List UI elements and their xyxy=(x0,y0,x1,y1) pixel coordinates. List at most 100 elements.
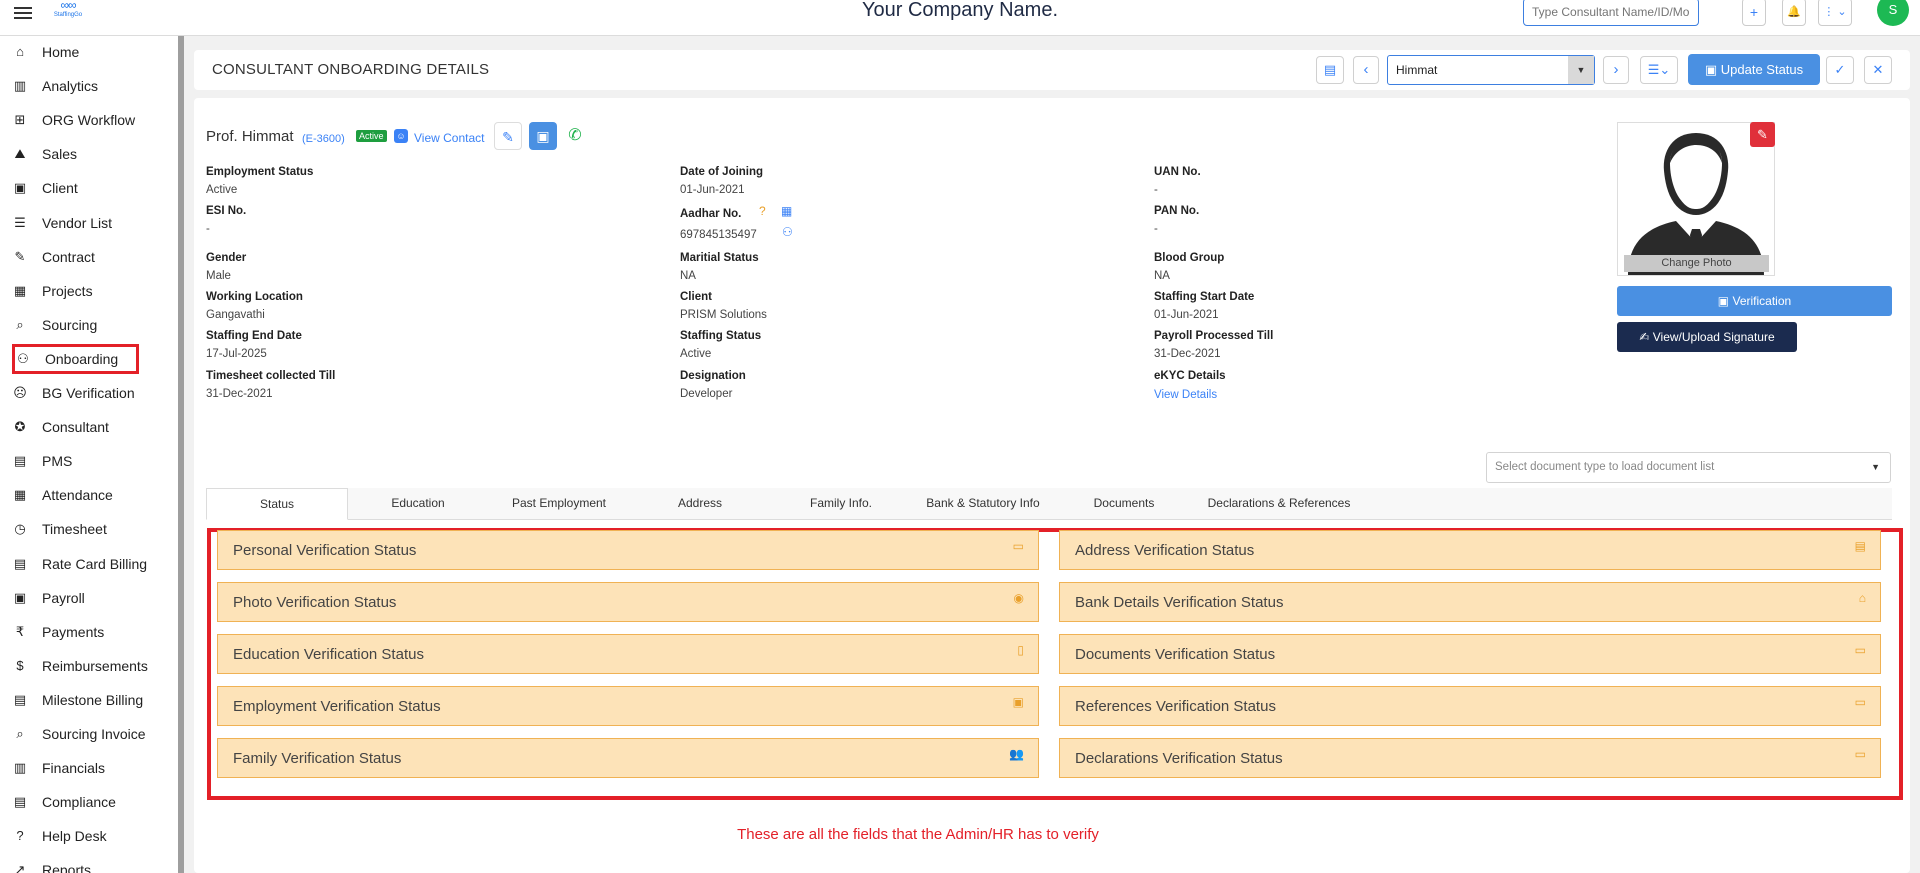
tab-status[interactable]: Status xyxy=(206,488,348,520)
sidebar-item-label: ORG Workflow xyxy=(42,112,136,128)
tab-bank-statutory-info[interactable]: Bank & Statutory Info xyxy=(912,488,1054,520)
sidebar-item-label: Rate Card Billing xyxy=(42,556,148,572)
gender-label: Gender xyxy=(206,252,247,264)
sidebar-item-org-workflow[interactable]: ⊞ ORG Workflow xyxy=(12,105,164,135)
edit-pencil-icon[interactable]: ✎ xyxy=(494,122,522,150)
sidebar-item-rate-card-billing[interactable]: ▤ Rate Card Billing xyxy=(12,549,164,579)
view-upload-signature-button[interactable]: ✍ View/Upload Signature xyxy=(1617,322,1797,352)
sidebar-item-vendor-list[interactable]: ☰ Vendor List xyxy=(12,208,164,238)
next-icon[interactable]: › xyxy=(1603,56,1629,84)
sidebar-item-sourcing[interactable]: ⌕ Sourcing xyxy=(12,310,164,340)
view-contact-link[interactable]: View Contact xyxy=(414,131,484,145)
org-workflow-icon: ⊞ xyxy=(14,112,26,127)
marital-status-label: Maritial Status xyxy=(680,252,759,264)
sidebar-item-label: Payments xyxy=(42,624,105,640)
change-photo-button[interactable]: Change Photo xyxy=(1624,255,1769,272)
close-icon[interactable]: ✕ xyxy=(1864,56,1892,84)
document-type-select[interactable]: Select document type to load document li… xyxy=(1486,452,1891,483)
blood-group-label: Blood Group xyxy=(1154,252,1225,264)
sidebar-item-compliance[interactable]: ▤ Compliance xyxy=(12,787,164,817)
chevron-down-icon: ▼ xyxy=(1871,462,1880,472)
contact-card-icon[interactable]: ☺ xyxy=(394,129,408,143)
chevron-down-icon[interactable]: ▼ xyxy=(1568,56,1594,84)
sidebar-item-client[interactable]: ▣ Client xyxy=(12,173,164,203)
sidebar-item-consultant[interactable]: ✪ Consultant xyxy=(12,412,164,442)
references-verification-label: References Verification Status xyxy=(1075,698,1276,715)
tab-documents[interactable]: Documents xyxy=(1054,488,1194,520)
sidebar-item-reimbursements[interactable]: $ Reimbursements xyxy=(12,651,164,681)
consultant-search-input[interactable] xyxy=(1523,0,1699,26)
personal-verification-status[interactable]: Personal Verification Status ▭ xyxy=(217,530,1039,570)
photo-verification-status[interactable]: Photo Verification Status ◉ xyxy=(217,582,1039,622)
address-verification-status[interactable]: Address Verification Status ▤ xyxy=(1059,530,1881,570)
sidebar-item-financials[interactable]: ▥ Financials xyxy=(12,753,164,783)
uan-no-label: UAN No. xyxy=(1154,166,1201,178)
working-location-label: Working Location xyxy=(206,291,303,303)
date-of-joining-label: Date of Joining xyxy=(680,166,764,178)
consultant-name: Prof. Himmat xyxy=(206,128,294,145)
edit-photo-icon[interactable]: ✎ xyxy=(1750,122,1775,147)
sidebar-item-sales[interactable]: ⛰ Sales xyxy=(12,139,164,169)
sidebar-item-reports[interactable]: ↗ Reports xyxy=(12,855,164,873)
sidebar-item-pms[interactable]: ▤ PMS xyxy=(12,446,164,476)
tab-education[interactable]: Education xyxy=(348,488,488,520)
ekyc-view-details-link[interactable]: View Details xyxy=(1154,389,1217,401)
education-verification-status[interactable]: Education Verification Status ▯ xyxy=(217,634,1039,674)
sidebar-item-contract[interactable]: ✎ Contract xyxy=(12,242,164,272)
document-icon[interactable]: ▣ xyxy=(529,122,557,150)
tab-address[interactable]: Address xyxy=(630,488,770,520)
ekyc-details-label: eKYC Details xyxy=(1154,370,1226,382)
users-icon: 👥 xyxy=(1009,747,1024,761)
tab-past-employment[interactable]: Past Employment xyxy=(488,488,630,520)
sidebar-item-attendance[interactable]: ▦ Attendance xyxy=(12,480,164,510)
tab-declarations-references[interactable]: Declarations & References xyxy=(1194,488,1364,520)
payments-icon: ₹ xyxy=(15,624,25,639)
update-status-button[interactable]: ▣ Update Status xyxy=(1688,54,1820,85)
signature-label: View/Upload Signature xyxy=(1652,330,1775,344)
verify-user-icon[interactable]: ⚇ xyxy=(782,225,793,239)
sidebar-item-milestone-billing[interactable]: ▤ Milestone Billing xyxy=(12,685,164,715)
check-circle-icon[interactable]: ✓ xyxy=(1826,56,1854,84)
consultant-select[interactable]: Himmat ▼ xyxy=(1387,55,1595,85)
sidebar-item-payments[interactable]: ₹ Payments xyxy=(12,617,164,647)
sidebar-item-projects[interactable]: ▦ Projects xyxy=(12,276,164,306)
add-icon[interactable]: + xyxy=(1742,0,1766,26)
briefcase-icon: ▣ xyxy=(1012,695,1024,709)
help-icon[interactable]: ? xyxy=(759,204,766,218)
sidebar-item-label: BG Verification xyxy=(42,385,135,401)
bell-icon[interactable]: 🔔 xyxy=(1782,0,1806,26)
sidebar-item-label: Projects xyxy=(42,283,93,299)
staffinggo-logo[interactable]: ∞∞ StaffingGo xyxy=(46,0,90,22)
more-options-icon[interactable]: ⋮ ⌄ xyxy=(1818,0,1852,26)
sidebar-item-onboarding[interactable]: ⚇ Onboarding xyxy=(12,344,139,374)
sidebar-item-home[interactable]: ⌂ Home xyxy=(12,37,164,67)
sidebar-item-payroll[interactable]: ▣ Payroll xyxy=(12,583,164,613)
bank-details-verification-status[interactable]: Bank Details Verification Status ⌂ xyxy=(1059,582,1881,622)
tab-family-info[interactable]: Family Info. xyxy=(770,488,912,520)
user-avatar[interactable]: S xyxy=(1877,0,1909,26)
employment-verification-status[interactable]: Employment Verification Status ▣ xyxy=(217,686,1039,726)
previous-icon[interactable]: ‹ xyxy=(1353,56,1379,84)
family-verification-status[interactable]: Family Verification Status 👥 xyxy=(217,738,1039,778)
hamburger-menu-icon[interactable] xyxy=(14,4,32,20)
calendar-icon[interactable]: ▦ xyxy=(781,204,792,218)
sidebar-item-timesheet[interactable]: ◷ Timesheet xyxy=(12,514,164,544)
list-menu-icon[interactable]: ☰⌄ xyxy=(1640,56,1678,84)
client-label: Client xyxy=(680,291,712,303)
staffing-end-date-label: Staffing End Date xyxy=(206,330,302,342)
folder-icon: ▭ xyxy=(1012,539,1024,553)
whatsapp-icon[interactable]: ✆ xyxy=(561,122,589,150)
sidebar-item-sourcing-invoice[interactable]: ⌕ Sourcing Invoice xyxy=(12,719,164,749)
verification-button[interactable]: ▣ Verification xyxy=(1617,286,1892,316)
sidebar-item-analytics[interactable]: ▥ Analytics xyxy=(12,71,164,101)
sidebar-item-label: Analytics xyxy=(42,78,99,94)
staffing-start-date-label: Staffing Start Date xyxy=(1154,291,1255,303)
declarations-verification-status[interactable]: Declarations Verification Status ▭ xyxy=(1059,738,1881,778)
list-view-icon[interactable]: ▤ xyxy=(1316,56,1344,84)
staffing-status-value: Active xyxy=(680,348,712,360)
sidebar-item-label: Timesheet xyxy=(42,521,107,537)
references-verification-status[interactable]: References Verification Status ▭ xyxy=(1059,686,1881,726)
attendance-icon: ▦ xyxy=(13,487,27,502)
sidebar-item-bg-verification[interactable]: ☹ BG Verification xyxy=(12,378,164,408)
documents-verification-status[interactable]: Documents Verification Status ▭ xyxy=(1059,634,1881,674)
